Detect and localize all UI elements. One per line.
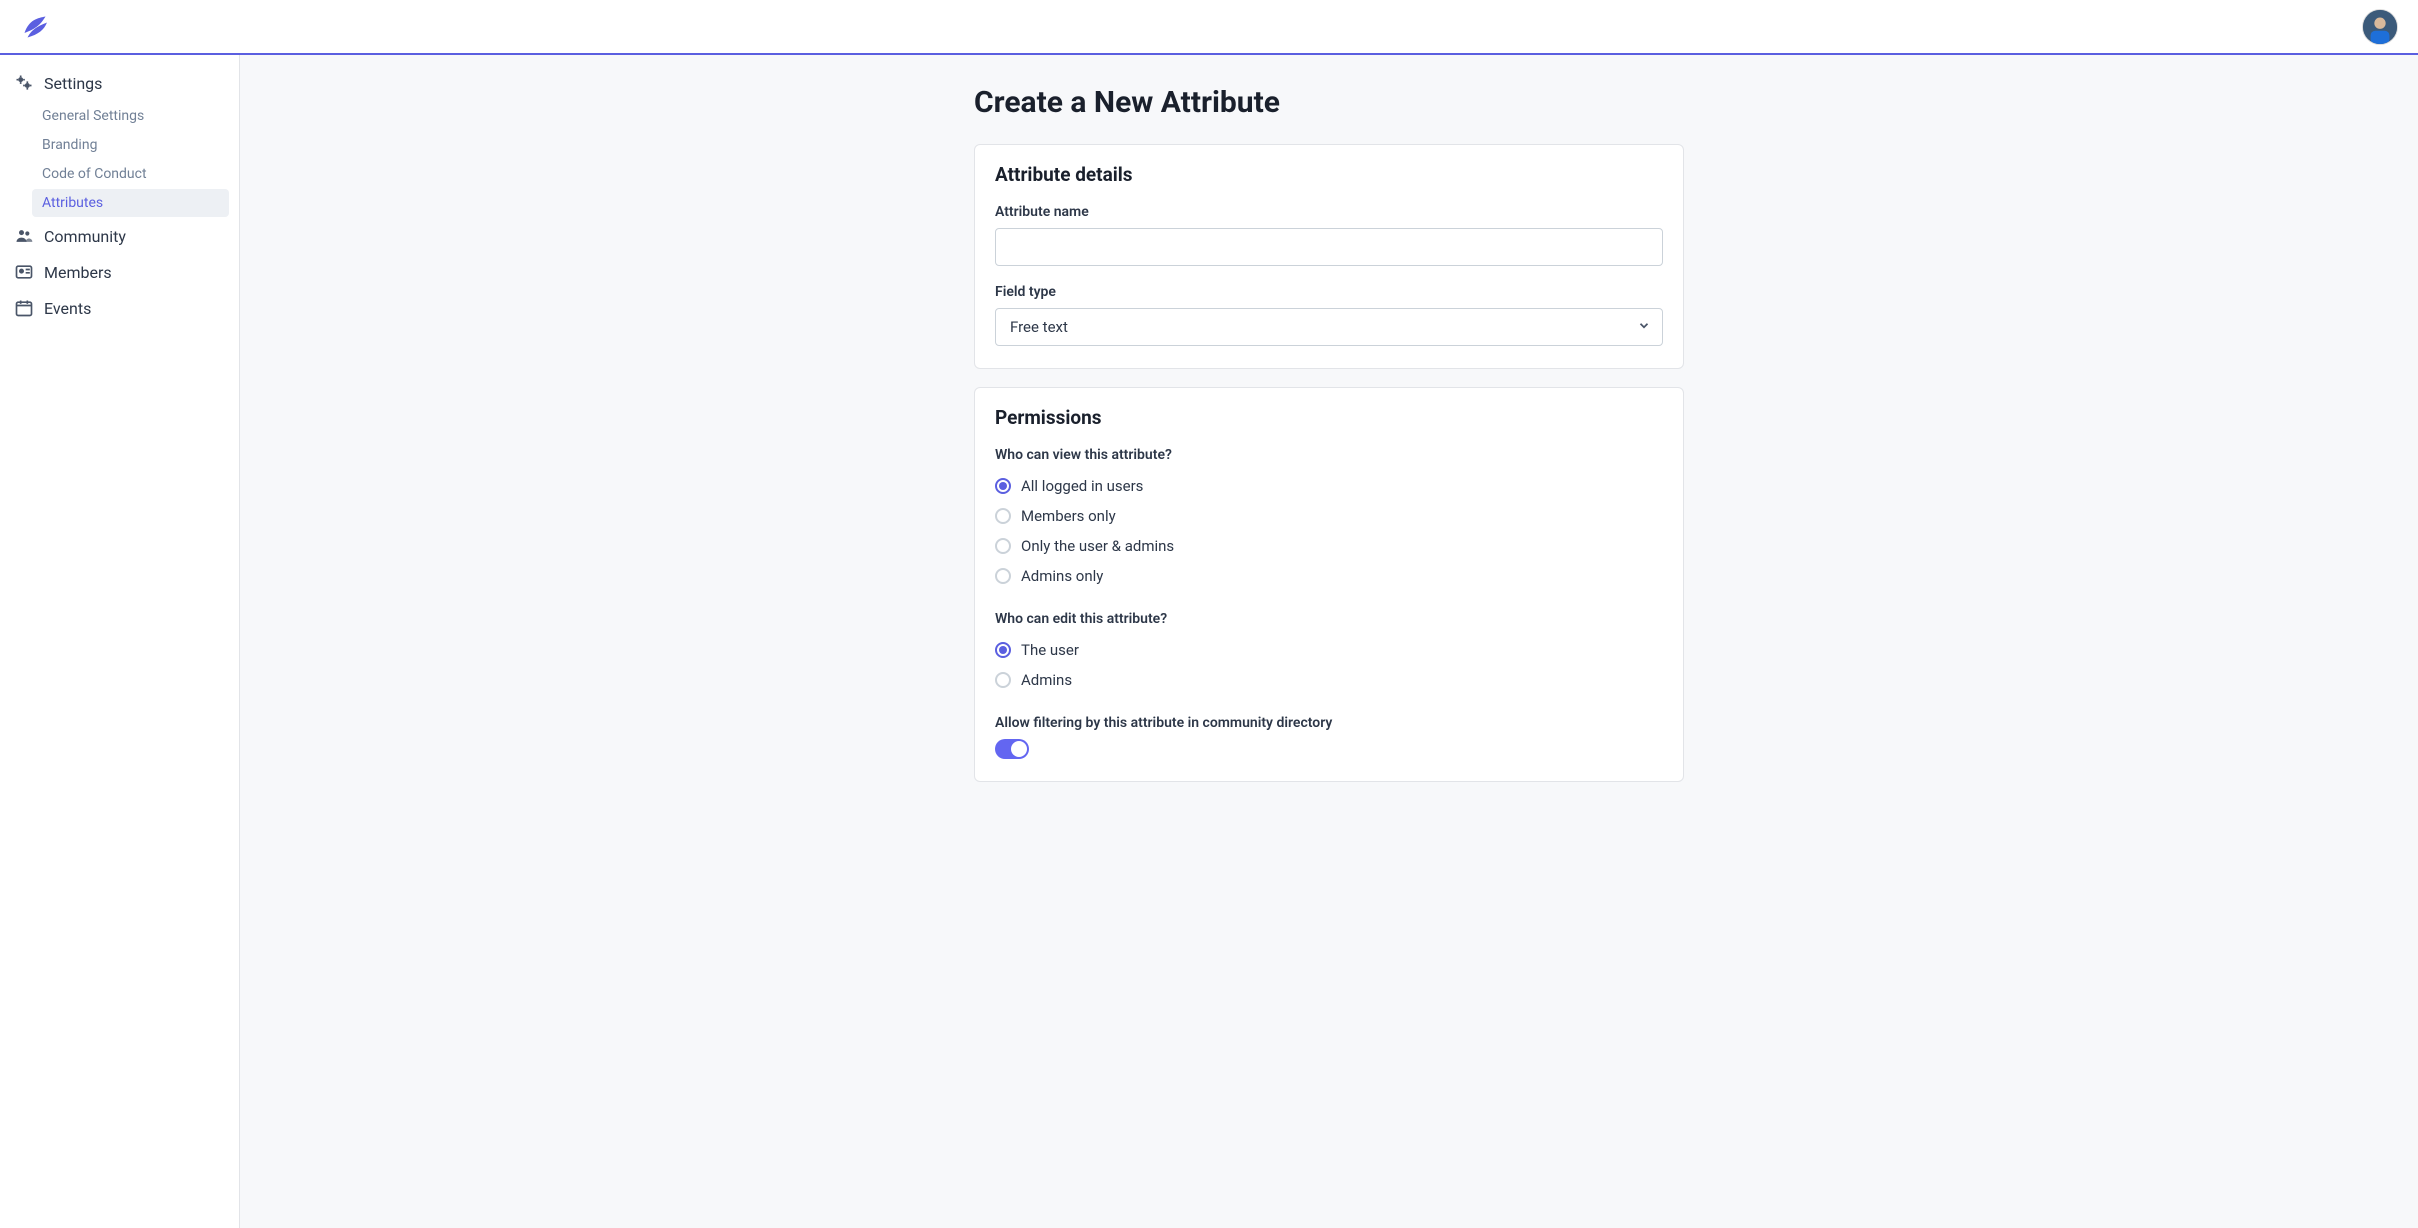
sidebar-section-events[interactable]: Events (0, 290, 239, 326)
sidebar-item-code-of-conduct[interactable]: Code of Conduct (32, 160, 229, 188)
radio-icon (995, 478, 1011, 494)
edit-permission-group: The user Admins (995, 635, 1663, 695)
field-type-value: Free text (1010, 318, 1068, 336)
radio-label: All logged in users (1021, 477, 1143, 495)
field-type-label: Field type (995, 284, 1663, 300)
sidebar-section-community[interactable]: Community (0, 218, 239, 254)
view-permission-label: Who can view this attribute? (995, 447, 1663, 463)
field-type-select[interactable]: Free text (995, 308, 1663, 346)
sidebar-section-label: Members (44, 263, 112, 282)
radio-label: Admins only (1021, 567, 1103, 585)
radio-icon (995, 672, 1011, 688)
radio-label: Admins (1021, 671, 1072, 689)
radio-label: Only the user & admins (1021, 537, 1174, 555)
calendar-icon (12, 298, 36, 318)
sidebar: Settings General Settings Branding Code … (0, 55, 240, 1228)
edit-permission-label: Who can edit this attribute? (995, 611, 1663, 627)
radio-edit-admins[interactable]: Admins (995, 665, 1663, 695)
gears-icon (12, 73, 36, 93)
sidebar-item-general-settings[interactable]: General Settings (32, 102, 229, 130)
radio-edit-user[interactable]: The user (995, 635, 1663, 665)
card-title: Permissions (995, 406, 1663, 429)
radio-icon (995, 508, 1011, 524)
radio-icon (995, 568, 1011, 584)
sidebar-item-attributes[interactable]: Attributes (32, 189, 229, 217)
filter-toggle-label: Allow filtering by this attribute in com… (995, 715, 1663, 731)
topbar (0, 0, 2418, 55)
attribute-name-label: Attribute name (995, 204, 1663, 220)
sidebar-section-label: Settings (44, 74, 102, 93)
radio-icon (995, 538, 1011, 554)
sidebar-section-label: Community (44, 227, 126, 246)
sidebar-section-label: Events (44, 299, 91, 318)
sidebar-item-branding[interactable]: Branding (32, 131, 229, 159)
main-content: Create a New Attribute Attribute details… (240, 55, 2418, 1228)
sidebar-section-members[interactable]: Members (0, 254, 239, 290)
id-card-icon (12, 262, 36, 282)
radio-view-admins-only[interactable]: Admins only (995, 561, 1663, 591)
radio-icon (995, 642, 1011, 658)
filter-toggle[interactable] (995, 739, 1029, 759)
page-title: Create a New Attribute (974, 85, 1684, 120)
attribute-name-input[interactable] (995, 228, 1663, 266)
avatar[interactable] (2362, 9, 2398, 45)
permissions-card: Permissions Who can view this attribute?… (974, 387, 1684, 782)
radio-view-members-only[interactable]: Members only (995, 501, 1663, 531)
app-logo[interactable] (20, 12, 50, 42)
radio-label: Members only (1021, 507, 1116, 525)
radio-view-all-logged-in[interactable]: All logged in users (995, 471, 1663, 501)
card-title: Attribute details (995, 163, 1663, 186)
attribute-details-card: Attribute details Attribute name Field t… (974, 144, 1684, 369)
radio-label: The user (1021, 641, 1079, 659)
radio-view-user-admins[interactable]: Only the user & admins (995, 531, 1663, 561)
sidebar-section-settings[interactable]: Settings (0, 65, 239, 101)
view-permission-group: All logged in users Members only Only th… (995, 471, 1663, 591)
users-icon (12, 226, 36, 246)
